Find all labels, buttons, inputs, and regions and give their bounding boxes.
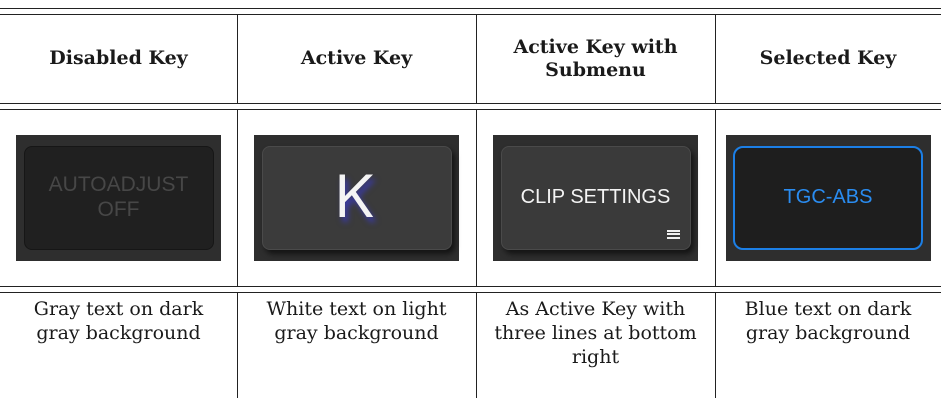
key-states-table: Disabled Key Active Key Active Key with … [0,0,941,398]
selected-key-screenshot: TGC-ABS [725,134,931,261]
freeze-symbol-icon: Ꮶ [336,164,377,230]
header-active-key: Active Key [300,47,413,70]
disabled-key: AUTOADJUST OFF [23,145,214,250]
tgc-abs-key[interactable]: TGC-ABS [733,145,923,250]
active-key-cell: Ꮶ [237,109,476,286]
image-row-bottom-rule [0,286,941,287]
table-top-rule [0,8,941,9]
header-selected-key: Selected Key [759,47,897,70]
disabled-key-description: Gray text on dark gray background [33,298,204,344]
three-lines-menu-icon [666,229,680,239]
disabled-key-label: AUTOADJUST OFF [48,173,189,221]
disabled-key-cell: AUTOADJUST OFF [0,109,237,286]
tgc-abs-label: TGC-ABS [783,186,873,208]
active-key-submenu-cell: CLIP SETTINGS [476,109,715,286]
disabled-key-screenshot: AUTOADJUST OFF [16,134,221,261]
active-key-description: White text on light gray background [266,298,447,344]
active-key-screenshot: Ꮶ [254,134,459,261]
selected-key-description: Blue text on dark gray background [744,298,912,344]
selected-key-cell: TGC-ABS [715,109,941,286]
active-key-submenu-screenshot: CLIP SETTINGS [493,134,698,261]
clip-settings-label: CLIP SETTINGS [520,186,671,208]
header-active-key-submenu: Active Key with Submenu [513,35,678,81]
header-bottom-rule [0,103,941,104]
header-disabled-key: Disabled Key [49,47,188,70]
active-key-submenu-description: As Active Key with three lines at bottom… [494,298,697,368]
active-key[interactable]: Ꮶ [261,145,452,250]
clip-settings-key[interactable]: CLIP SETTINGS [500,145,691,250]
